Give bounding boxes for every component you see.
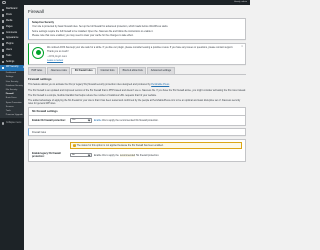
menu-item-label: Pages — [5, 25, 13, 28]
menu-item-label: Settings — [5, 60, 15, 63]
firewall-rules-notice: Firewall rules — [28, 128, 246, 137]
5g-warning-text: The status for this option is not applie… — [76, 143, 164, 147]
enable-5g-hint-highlight: recommended — [119, 153, 136, 157]
collapse-arrow-icon — [1, 122, 5, 125]
pin-icon — [1, 14, 5, 17]
enable-5g-hint-text: Enable this to apply the — [94, 153, 120, 157]
menu-item-label: Dashboard — [5, 8, 18, 11]
enable-5g-hint-text: 5G firewall protection. — [135, 153, 160, 157]
5g-settings-card: ! The status for this option is not appli… — [28, 139, 246, 162]
5g-warning: ! The status for this option is not appli… — [70, 141, 242, 149]
tab-block-allow-lists[interactable]: Block & allow lists — [119, 67, 147, 75]
section-description: This feature allows you to activate the … — [28, 83, 246, 86]
chevron-down-icon — [87, 118, 91, 122]
settings-icon — [1, 60, 5, 64]
setup-notice-text: Your site is protected by basic firewall… — [32, 25, 169, 29]
tab-php-rules[interactable]: PHP rules — [28, 67, 46, 75]
leave-review-link[interactable]: Leave a review — [47, 59, 63, 62]
media-icon — [1, 20, 5, 23]
setup-notice-text: Please note that once enabled, you may n… — [32, 34, 134, 38]
setup-notice-text: Some settings require the full firewall … — [32, 29, 154, 33]
menu-item-wp-security[interactable]: WP Security — [0, 64, 24, 71]
submenu-item-premium-upgrade[interactable]: Premium Upgrade — [0, 113, 24, 117]
enable-5g-select-value: No — [72, 153, 75, 156]
review-notice: We noticed AIOS has kept your site safe … — [28, 43, 246, 65]
perishable-press-link[interactable]: Perishable Press — [151, 83, 169, 86]
warning-icon: ! — [73, 143, 76, 147]
chevron-down-icon — [87, 153, 91, 157]
section-description: The 6G firewall is a simple, flexible bl… — [28, 93, 157, 97]
brush-icon — [1, 37, 5, 41]
tab-advanced-settings[interactable]: Advanced settings — [147, 67, 175, 75]
review-notice-signature: - AIOS plugin team — [47, 54, 68, 58]
menu-item-label: Plugins — [5, 43, 14, 46]
page-title: Firewall — [28, 9, 44, 14]
shield-icon — [1, 66, 5, 70]
dashboard-icon — [1, 8, 5, 12]
menu-item-label: WP Security — [5, 66, 19, 69]
admin-sidebar: Dashboard Posts Media Pages Comments App… — [0, 5, 24, 250]
page-icon — [1, 25, 5, 29]
enable-6g-label: Enable 6G firewall protection: — [32, 118, 66, 122]
menu-item-label: Comments — [5, 31, 18, 34]
comment-icon — [1, 31, 5, 35]
menu-item-label: Posts — [5, 14, 12, 17]
enable-6g-row: Enable 6G firewall protection: Yes Enabl… — [29, 116, 245, 124]
tab-htaccess-rules[interactable]: .htaccess rules — [46, 67, 71, 75]
section-title: Firewall settings — [28, 76, 52, 81]
dismiss-notice-button[interactable]: × — [241, 45, 243, 48]
review-notice-text: We noticed AIOS has kept your site safe … — [47, 46, 234, 50]
admin-greeting[interactable]: Howdy, admin — [234, 1, 247, 4]
menu-item-label: Tools — [5, 54, 12, 57]
review-notice-thanks: Thank you so much! — [47, 50, 69, 54]
enable-5g-select[interactable]: No — [70, 153, 92, 158]
review-notice-body: We noticed AIOS has kept your site safe … — [47, 46, 233, 62]
wordpress-logo-icon[interactable] — [2, 0, 6, 5]
wp-security-submenu: Dashboard Settings User Security Databas… — [0, 70, 24, 119]
enable-6g-hint-text: this to apply the recommended 6G firewal… — [101, 118, 159, 122]
firewall-tabs: PHP rules .htaccess rules 6G firewall ru… — [28, 67, 246, 76]
tab-6g-firewall-rules[interactable]: 6G firewall rules — [71, 67, 97, 75]
menu-item-label: Appearance — [5, 37, 19, 40]
enable-5g-hint: Enable this to apply the recommended 5G … — [94, 153, 160, 157]
card-title: 6G firewall settings — [29, 108, 245, 117]
firewall-rules-notice-text: Firewall rules — [32, 130, 47, 134]
main-content: Firewall Setup-free Security Your site i… — [28, 5, 246, 250]
plugin-icon — [1, 43, 5, 46]
user-icon — [1, 49, 5, 52]
collapse-menu-button[interactable]: Collapse menu — [0, 120, 24, 126]
enable-6g-hint: Enable this to apply the recommended 6G … — [94, 119, 159, 122]
enable-6g-select[interactable]: Yes — [70, 118, 92, 123]
menu-item-label: Users — [5, 48, 12, 51]
setup-notice: Setup-free Security Your site is protect… — [28, 18, 246, 41]
section-description: The 6G firewall is an updated and improv… — [28, 88, 246, 92]
collapse-menu-label: Collapse menu — [5, 121, 22, 124]
enable-5g-row: Enable legacy 5G firewall protection: No … — [29, 150, 245, 160]
enable-6g-select-value: Yes — [72, 119, 76, 122]
wrench-icon — [1, 54, 5, 58]
6g-settings-card: 6G firewall settings Enable 6G firewall … — [28, 107, 246, 126]
menu-item-label: Media — [5, 20, 13, 22]
section-description: The added advantage of applying the 6G f… — [28, 98, 241, 105]
enable-5g-label: Enable legacy 5G firewall protection: — [32, 152, 70, 158]
aios-logo-icon — [32, 46, 44, 59]
enable-5g-label-line: protection: — [32, 155, 45, 159]
setup-notice-title: Setup-free Security — [32, 20, 54, 24]
section-description-text: This feature allows you to activate the … — [28, 83, 152, 87]
tab-internet-bots[interactable]: Internet bots — [97, 67, 119, 75]
